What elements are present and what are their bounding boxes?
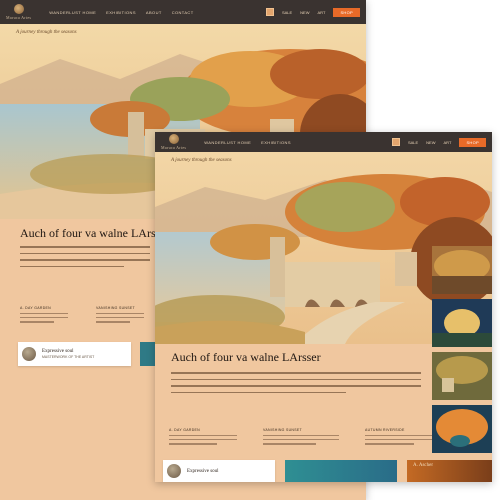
hero-caption: A journey through the seasons	[171, 158, 232, 163]
main-nav: WANDERLUST HOME EXHIBITIONS	[204, 140, 291, 145]
nav-item-about[interactable]: ABOUT	[146, 10, 162, 15]
nav-item-exhibitions[interactable]: EXHIBITIONS	[106, 10, 136, 15]
avatar	[22, 347, 36, 361]
header-tools: SALE NEW ART SHOP	[391, 137, 486, 147]
shop-button[interactable]: SHOP	[333, 7, 360, 17]
nav-item-exhibitions[interactable]: EXHIBITIONS	[261, 140, 291, 145]
gallery-thumbnail[interactable]	[432, 405, 492, 453]
artwork-tile[interactable]: A. Ascher	[407, 460, 492, 482]
site-logo[interactable]: Maruca Artes	[6, 4, 31, 20]
hero-caption: A journey through the seasons	[16, 30, 77, 35]
card-title: Expressive soul	[187, 468, 219, 474]
feature-column: VANISHING SUNSET	[263, 428, 339, 448]
cart-thumbnail-icon[interactable]	[391, 138, 400, 146]
artwork-gallery	[432, 246, 492, 458]
site-logo[interactable]: Maruca Artes	[161, 134, 186, 150]
nav-item-home[interactable]: WANDERLUST HOME	[49, 10, 96, 15]
top-navigation-bar: Maruca Artes WANDERLUST HOME EXHIBITIONS…	[155, 132, 492, 152]
page-title: Auch of four va walne LArsser	[171, 350, 321, 364]
avatar	[167, 464, 181, 478]
screenshot-stage: Maruca Artes WANDERLUST HOME EXHIBITIONS…	[0, 0, 500, 500]
featured-artist-card[interactable]: Expressive soul MASTERWORK OF THE ARTIST	[18, 342, 131, 366]
gallery-thumbnail[interactable]	[432, 246, 492, 294]
column-heading: VANISHING SUNSET	[263, 428, 302, 432]
tool-sale[interactable]: SALE	[282, 10, 292, 15]
feature-column: AUTUMN RIVERSIDE	[365, 428, 435, 448]
feature-column: A. DAY GARDEN	[169, 428, 237, 448]
tool-new[interactable]: NEW	[426, 140, 435, 145]
page-title: Auch of four va walne LArsser	[20, 226, 170, 240]
column-heading: VANISHING SUNSET	[96, 306, 135, 310]
nav-item-contact[interactable]: CONTACT	[172, 10, 194, 15]
card-subtitle: MASTERWORK OF THE ARTIST	[42, 355, 95, 359]
logo-text: Maruca Artes	[6, 15, 32, 20]
intro-paragraph	[171, 372, 421, 398]
cart-thumbnail-icon[interactable]	[265, 8, 274, 16]
column-heading: A. DAY GARDEN	[169, 428, 200, 432]
feature-column: A. DAY GARDEN	[20, 306, 68, 326]
shop-button[interactable]: SHOP	[459, 137, 486, 147]
gallery-thumbnail[interactable]	[432, 352, 492, 400]
artwork-tile[interactable]	[285, 460, 397, 482]
gallery-thumbnail[interactable]	[432, 299, 492, 347]
nav-item-home[interactable]: WANDERLUST HOME	[204, 140, 251, 145]
header-tools: SALE NEW ART SHOP	[265, 7, 360, 17]
feature-columns: A. DAY GARDEN VANISHING SUNSET AUTUMN RI…	[169, 428, 435, 448]
feature-columns: A. DAY GARDEN VANISHING SUNSET	[20, 306, 144, 326]
logo-text: Maruca Artes	[161, 145, 187, 150]
column-heading: AUTUMN RIVERSIDE	[365, 428, 405, 432]
tool-art[interactable]: ART	[318, 10, 326, 15]
column-heading: A. DAY GARDEN	[20, 306, 51, 310]
logo-emblem-icon	[168, 134, 179, 144]
front-browser-window: Maruca Artes WANDERLUST HOME EXHIBITIONS…	[155, 132, 492, 482]
tool-new[interactable]: NEW	[300, 10, 309, 15]
featured-artist-card[interactable]: Expressive soul	[163, 460, 275, 482]
tool-sale[interactable]: SALE	[408, 140, 418, 145]
card-title: Expressive soul	[42, 349, 74, 354]
feature-column: VANISHING SUNSET	[96, 306, 144, 326]
logo-emblem-icon	[13, 4, 24, 14]
intro-paragraph	[20, 246, 150, 272]
top-navigation-bar: Maruca Artes WANDERLUST HOME EXHIBITIONS…	[0, 0, 366, 24]
artwork-tile[interactable]	[140, 342, 155, 366]
tile-label: A. Ascher	[413, 463, 433, 468]
tool-art[interactable]: ART	[444, 140, 452, 145]
main-nav: WANDERLUST HOME EXHIBITIONS ABOUT CONTAC…	[49, 10, 193, 15]
